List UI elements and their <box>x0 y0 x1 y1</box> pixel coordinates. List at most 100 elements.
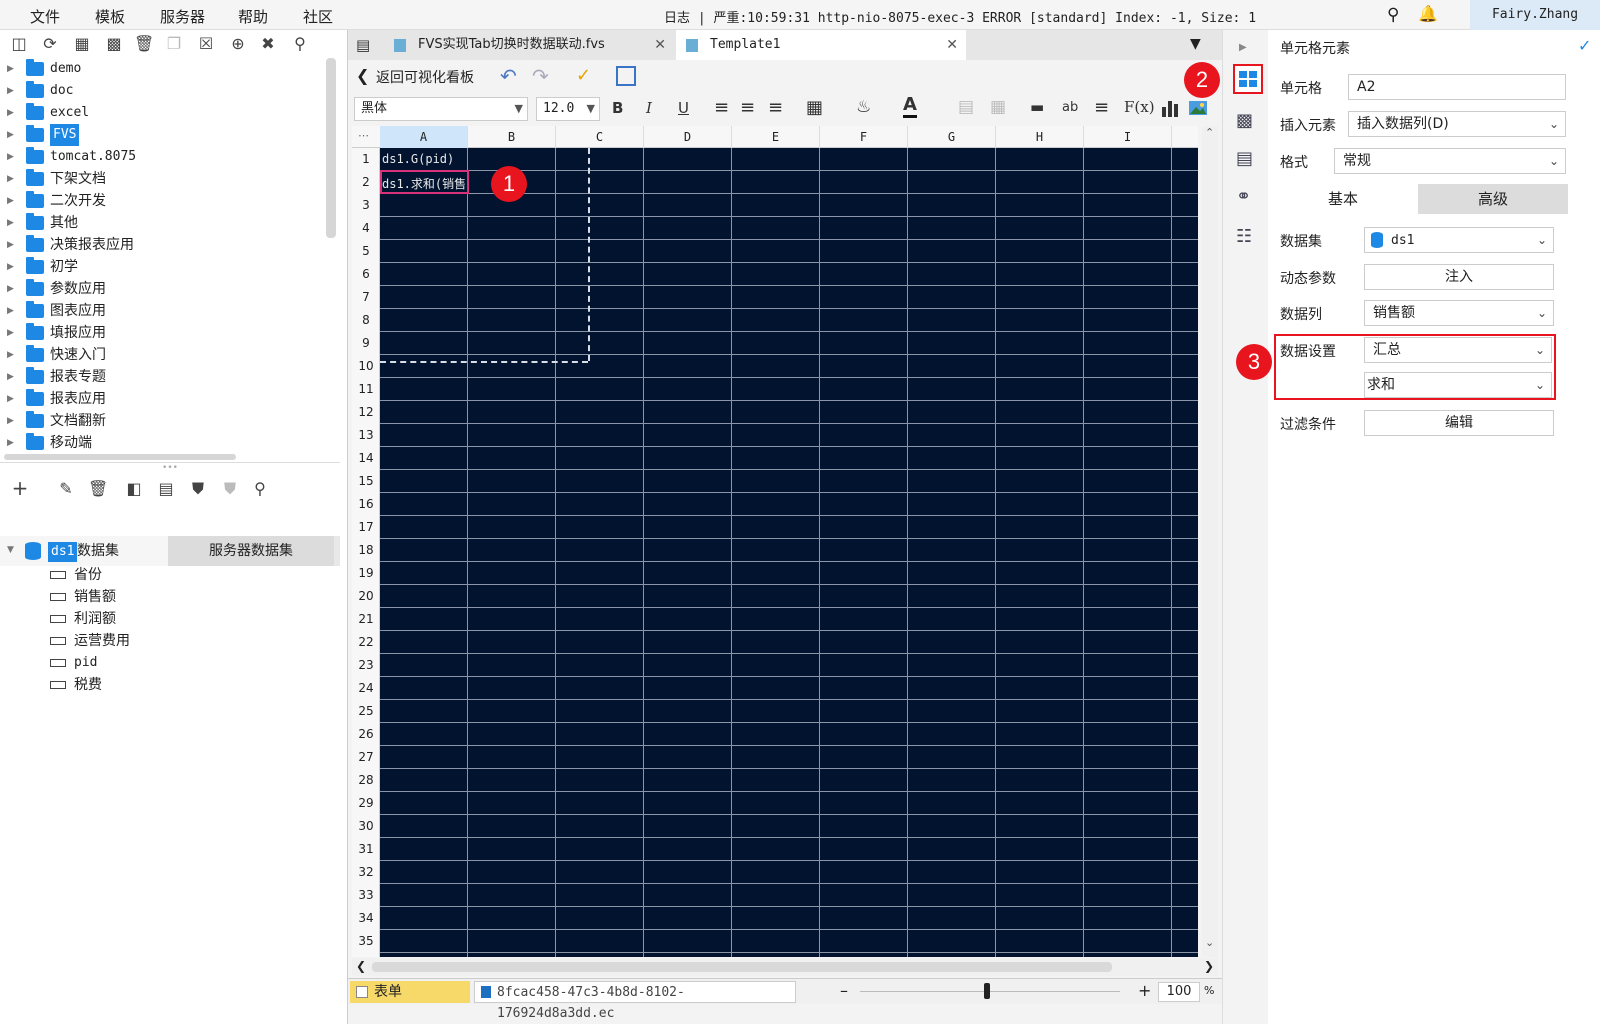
align-left-icon[interactable]: ≡ <box>714 97 729 118</box>
cell-element-tab-icon[interactable] <box>1233 64 1263 94</box>
delete-icon[interactable]: 🗑 <box>134 34 154 54</box>
row-header-cell[interactable]: 35 <box>352 930 380 953</box>
zoom-slider[interactable] <box>860 991 1120 992</box>
aggregation-select[interactable]: 求和 ⌄ <box>1364 372 1552 398</box>
collapse-icon[interactable]: ✖ <box>258 34 278 54</box>
tree-item[interactable]: ▶ 报表应用 <box>0 388 330 410</box>
expand-arrow-icon[interactable]: ▶ <box>7 212 14 234</box>
expand-arrow-icon[interactable]: ▶ <box>7 432 14 454</box>
row-header-cell[interactable]: 16 <box>352 493 380 516</box>
textbox-icon[interactable] <box>616 66 636 86</box>
underline-icon[interactable]: U <box>678 99 689 117</box>
hierarchy-icon[interactable]: ☷ <box>1236 226 1252 247</box>
row-header-cell[interactable]: 21 <box>352 608 380 631</box>
menu-file[interactable]: 文件 <box>30 6 60 27</box>
search-dataset-icon[interactable]: ⚲ <box>250 479 270 499</box>
row-header-cell[interactable]: 10 <box>352 355 380 378</box>
sheet-tab[interactable]: 表单 <box>350 981 470 1003</box>
log-message[interactable]: 日志 | 严重:10:59:31 http-nio-8075-exec-3 ER… <box>664 7 1256 26</box>
row-header-cell[interactable]: 8 <box>352 309 380 332</box>
formula-icon[interactable]: F(x) <box>1124 98 1155 116</box>
tree-item[interactable]: ▶ 图表应用 <box>0 300 330 322</box>
hyperlink-icon[interactable]: ⚭ <box>1236 186 1251 207</box>
align-right-icon[interactable]: ≡ <box>768 97 783 118</box>
fill-color-icon[interactable]: ♨ <box>856 97 871 117</box>
edit-filter-button[interactable]: 编辑 <box>1364 410 1554 436</box>
text-icon[interactable]: ab <box>1062 100 1078 115</box>
paragraph-icon[interactable]: ≡ <box>1094 97 1109 118</box>
scroll-right-icon[interactable]: ❯ <box>1204 959 1214 973</box>
italic-icon[interactable]: I <box>646 99 652 117</box>
row-header-cell[interactable]: 3 <box>352 194 380 217</box>
close-icon[interactable]: ✕ <box>654 30 666 60</box>
cell-address-input[interactable]: A2 <box>1348 74 1566 100</box>
zoom-in-icon[interactable]: + <box>1138 981 1151 1000</box>
zoom-out-icon[interactable]: – <box>840 981 848 1000</box>
inject-button[interactable]: 注入 <box>1364 264 1554 290</box>
edit-icon[interactable]: ✎ <box>56 479 76 499</box>
tree-item[interactable]: ▶ 填报应用 <box>0 322 330 344</box>
row-header-cell[interactable]: 30 <box>352 815 380 838</box>
row-header-cell[interactable]: 1 <box>352 148 380 171</box>
font-size-select[interactable]: 12.0 ▼ <box>536 97 600 121</box>
scroll-down-icon[interactable]: ⌄ <box>1205 936 1214 949</box>
row-header-cell[interactable]: 5 <box>352 240 380 263</box>
bold-icon[interactable]: B <box>612 99 623 117</box>
properties-icon[interactable]: ▦ <box>72 34 92 54</box>
tab-basic[interactable]: 基本 <box>1268 184 1418 214</box>
tree-item[interactable]: ▶ 下架文档 <box>0 168 330 190</box>
row-header-cell[interactable]: 22 <box>352 631 380 654</box>
expand-arrow-icon[interactable]: ▶ <box>7 102 14 124</box>
tab-fvs-file[interactable]: FVS实现Tab切换时数据联动.fvs ✕ <box>384 30 674 60</box>
undo-icon[interactable]: ↶ <box>500 64 517 88</box>
column-header-cell[interactable]: D <box>644 126 732 148</box>
row-header-cell[interactable]: 31 <box>352 838 380 861</box>
select-all-icon[interactable]: ⋯ <box>358 129 369 142</box>
column-header-cell[interactable]: A <box>380 126 468 148</box>
border-icon[interactable]: ▦ <box>806 97 823 118</box>
expand-arrow-icon[interactable]: ▶ <box>7 322 14 344</box>
locate-icon[interactable]: ⊕ <box>228 34 248 54</box>
row-header-cell[interactable]: 14 <box>352 447 380 470</box>
row-header-cell[interactable]: 6 <box>352 263 380 286</box>
back-icon[interactable]: ❮ <box>356 66 369 85</box>
format-painter-icon[interactable]: ✓ <box>576 65 591 86</box>
scroll-left-icon[interactable]: ❮ <box>356 959 366 973</box>
tree-item[interactable]: ▶ 参数应用 <box>0 278 330 300</box>
tree-item[interactable]: ▶ 文档翻新 <box>0 410 330 432</box>
expand-arrow-icon[interactable]: ▶ <box>7 344 14 366</box>
menu-help[interactable]: 帮助 <box>238 6 268 27</box>
column-header-cell[interactable]: G <box>908 126 996 148</box>
tree-item[interactable]: ▶ doc <box>0 80 330 102</box>
tree-item[interactable]: ▶ 其他 <box>0 212 330 234</box>
column-header-cell[interactable]: B <box>468 126 556 148</box>
menu-server[interactable]: 服务器 <box>160 6 205 27</box>
row-header-cell[interactable]: 9 <box>352 332 380 355</box>
back-to-dashboard-button[interactable]: 返回可视化看板 <box>376 67 474 87</box>
tree-item[interactable]: ▶ demo <box>0 58 330 80</box>
column-header-cell[interactable]: I <box>1084 126 1172 148</box>
new-report-icon[interactable]: ▤ <box>356 36 370 54</box>
row-header-cell[interactable]: 20 <box>352 585 380 608</box>
tree-item[interactable]: ▶ 决策报表应用 <box>0 234 330 256</box>
font-color-icon[interactable]: A <box>903 95 917 118</box>
dataset-select[interactable]: ds1 ⌄ <box>1364 227 1554 253</box>
row-header-cell[interactable]: 32 <box>352 861 380 884</box>
spreadsheet[interactable]: ⋯ ABCDEFGHI 1 2 3 4 5 6 7 8 9 10 11 12 13 14 15 16 17 18 1… <box>352 126 1198 957</box>
expand-arrow-icon[interactable]: ▶ <box>7 168 14 190</box>
delete-dataset-icon[interactable]: 🗑 <box>88 479 108 499</box>
expand-arrow-icon[interactable]: ▶ <box>7 278 14 300</box>
widget-icon[interactable]: ▤ <box>1236 148 1253 169</box>
user-account[interactable]: Fairy.Zhang <box>1470 0 1600 30</box>
row-header-cell[interactable]: 2 <box>352 171 380 194</box>
expand-arrow-icon[interactable]: ▶ <box>7 300 14 322</box>
row-header-cell[interactable]: 24 <box>352 677 380 700</box>
expand-arrow-icon[interactable]: ▶ <box>7 124 14 146</box>
row-header-cell[interactable]: 15 <box>352 470 380 493</box>
search-icon[interactable]: ⚲ <box>1387 5 1399 25</box>
row-header-cell[interactable]: 12 <box>352 401 380 424</box>
pin-icon[interactable]: ✓ <box>1578 36 1591 55</box>
tree-item[interactable]: ▶ tomcat.8075 <box>0 146 330 168</box>
row-header-cell[interactable]: 33 <box>352 884 380 907</box>
row-header-cell[interactable]: 4 <box>352 217 380 240</box>
